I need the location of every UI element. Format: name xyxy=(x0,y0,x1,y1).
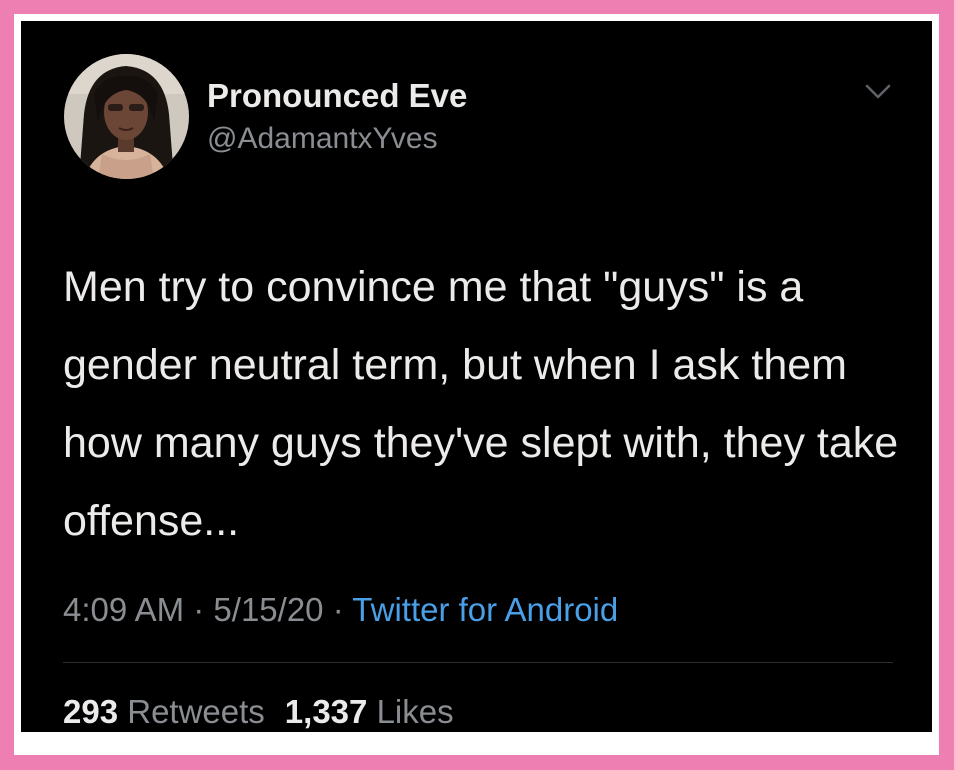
author-handle[interactable]: @AdamantxYves xyxy=(207,122,438,156)
tweet-card: Pronounced Eve @AdamantxYves Men try to … xyxy=(21,21,932,732)
likes-stat[interactable]: 1,337 Likes xyxy=(285,693,454,730)
author-display-name[interactable]: Pronounced Eve xyxy=(207,77,467,115)
tweet-text: Men try to convince me that "guys" is a … xyxy=(63,263,899,545)
retweets-stat[interactable]: 293 Retweets xyxy=(63,693,265,730)
retweets-label: Retweets xyxy=(127,693,265,730)
avatar[interactable] xyxy=(64,54,189,179)
retweets-count: 293 xyxy=(63,693,119,730)
likes-label: Likes xyxy=(376,693,454,730)
likes-count: 1,337 xyxy=(284,693,368,730)
divider xyxy=(63,662,893,663)
avatar-image xyxy=(64,54,189,179)
tweet-date[interactable]: 5/15/20 xyxy=(213,591,323,628)
meta-separator: · xyxy=(193,591,205,628)
tweet-time[interactable]: 4:09 AM xyxy=(63,591,184,628)
tweet-stats: 293 Retweets 1,337 Likes xyxy=(63,693,454,731)
tweet-source-link[interactable]: Twitter for Android xyxy=(352,591,618,628)
meta-separator: · xyxy=(332,591,344,628)
tweet-meta: 4:09 AM · 5/15/20 · Twitter for Android xyxy=(63,591,618,629)
chevron-down-icon[interactable] xyxy=(863,81,893,103)
